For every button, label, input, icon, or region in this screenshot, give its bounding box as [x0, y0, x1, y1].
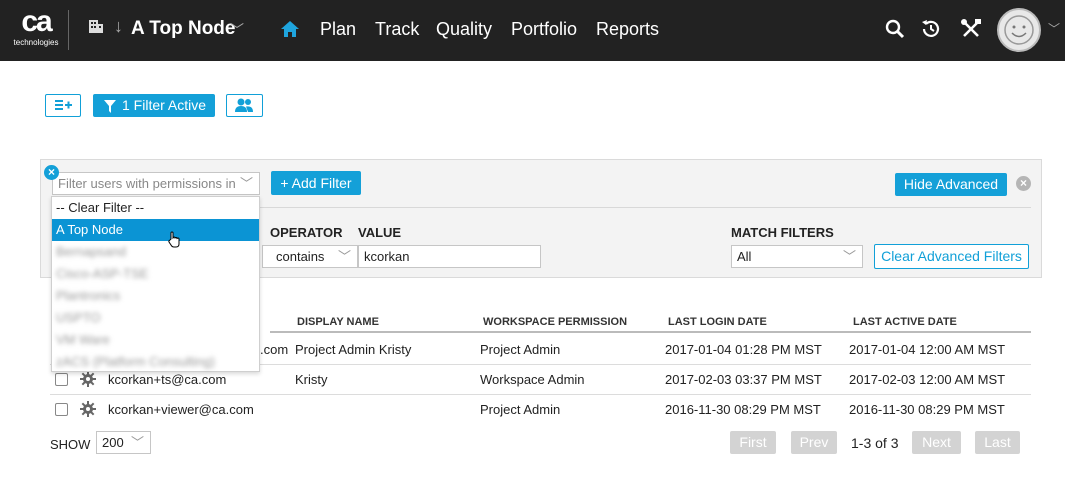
permission-filter-placeholder: Filter users with permissions in — [58, 176, 236, 191]
logo-subtitle: technologies — [13, 38, 59, 47]
permission-dropdown-menu: -- Clear Filter -- A Top Node Bernapsand… — [51, 196, 260, 372]
add-columns-button[interactable] — [45, 94, 81, 117]
tools-icon[interactable] — [960, 18, 984, 42]
row-checkbox[interactable] — [55, 403, 68, 416]
dropdown-item[interactable]: Bernapsand — [52, 241, 259, 263]
add-filter-button[interactable]: + Add Filter — [271, 171, 361, 195]
permission-filter-select[interactable]: Filter users with permissions in ﹀ — [52, 172, 260, 195]
last-page-button[interactable]: Last — [975, 431, 1020, 454]
row-permission: Project Admin — [480, 402, 561, 417]
operator-select[interactable]: contains ﹀ — [262, 245, 358, 268]
workspace-selector[interactable]: A Top Node — [131, 18, 235, 40]
dropdown-item[interactable]: USPTO — [52, 307, 259, 329]
list-add-icon — [55, 100, 72, 110]
filter-active-label: 1 Filter Active — [122, 97, 207, 113]
row-last-login: 2017-01-04 01:28 PM MST — [665, 342, 822, 357]
home-icon[interactable] — [280, 19, 300, 39]
row-last-login: 2016-11-30 08:29 PM MST — [665, 402, 821, 417]
row-user[interactable]: kcorkan+viewer@ca.com — [108, 402, 254, 417]
operator-value: contains — [276, 249, 325, 264]
value-input[interactable]: kcorkan — [358, 245, 541, 268]
column-header-last-active-date[interactable]: LAST ACTIVE DATE — [853, 316, 957, 328]
hide-advanced-button[interactable]: Hide Advanced — [895, 173, 1007, 196]
header-divider — [68, 10, 69, 50]
column-header-workspace-permission[interactable]: WORKSPACE PERMISSION — [483, 316, 627, 328]
row-last-active: 2017-02-03 12:00 AM MST — [849, 372, 1006, 387]
chevron-down-icon: ﹀ — [337, 249, 351, 264]
search-icon[interactable] — [884, 18, 908, 42]
row-last-active: 2017-01-04 12:00 AM MST — [849, 342, 1006, 357]
column-header-display-name[interactable]: DISPLAY NAME — [297, 316, 379, 328]
dropdown-item[interactable]: VM Ware — [52, 329, 259, 351]
show-label: SHOW — [50, 437, 91, 452]
dropdown-item-clear-filter[interactable]: -- Clear Filter -- — [52, 197, 259, 219]
nav-quality[interactable]: Quality — [436, 19, 492, 40]
filter-active-button[interactable]: 1 Filter Active — [93, 94, 215, 117]
nav-reports[interactable]: Reports — [596, 19, 659, 40]
page-size-value: 200 — [102, 435, 124, 450]
gear-icon[interactable] — [80, 371, 96, 387]
building-icon — [88, 18, 104, 39]
chevron-down-icon: ﹀ — [130, 435, 144, 450]
dropdown-item-selected[interactable]: A Top Node — [52, 219, 259, 241]
column-header-last-login-date[interactable]: LAST LOGIN DATE — [668, 316, 767, 328]
operator-label: OPERATOR — [270, 225, 343, 240]
chevron-down-icon[interactable]: ﹀ — [230, 20, 244, 40]
top-navigation-bar: ca technologies ↓ A Top Node ﹀ Plan Trac… — [0, 0, 1065, 61]
nav-track[interactable]: Track — [375, 19, 419, 40]
history-icon[interactable] — [920, 18, 944, 42]
row-display-name: Project Admin Kristy — [295, 342, 412, 357]
page-size-select[interactable]: 200 ﹀ — [96, 431, 151, 454]
value-input-text: kcorkan — [364, 249, 410, 264]
filter-icon — [103, 98, 117, 121]
arrow-down-icon: ↓ — [114, 16, 123, 36]
hand-cursor-icon — [167, 231, 183, 249]
nav-portfolio[interactable]: Portfolio — [511, 19, 577, 40]
table-header-divider — [270, 331, 1031, 333]
ca-technologies-logo[interactable]: ca technologies — [10, 5, 62, 50]
row-last-active: 2016-11-30 08:29 PM MST — [849, 402, 1005, 417]
dropdown-item[interactable]: Plantronics — [52, 285, 259, 307]
chevron-down-icon: ﹀ — [842, 249, 856, 264]
avatar-icon[interactable] — [997, 8, 1041, 52]
gear-icon[interactable] — [80, 401, 96, 417]
row-last-login: 2017-02-03 03:37 PM MST — [665, 372, 822, 387]
page-range-label: 1-3 of 3 — [851, 435, 899, 451]
match-filters-value: All — [737, 249, 752, 264]
nav-plan[interactable]: Plan — [320, 19, 356, 40]
clear-advanced-filters-button[interactable]: Clear Advanced Filters — [874, 244, 1029, 269]
users-icon — [235, 98, 253, 112]
close-icon[interactable]: × — [1016, 176, 1031, 191]
row-divider — [50, 394, 1031, 395]
chevron-down-icon[interactable]: ﹀ — [1048, 20, 1060, 37]
row-permission: Project Admin — [480, 342, 561, 357]
dropdown-item[interactable]: zACS (Platform Consulting) — [52, 351, 259, 373]
remove-filter-icon[interactable]: × — [44, 165, 59, 180]
dropdown-item[interactable]: Cisco-ASP-TSE — [52, 263, 259, 285]
next-page-button[interactable]: Next — [912, 431, 961, 454]
user-groups-button[interactable] — [226, 94, 263, 117]
logo-mark: ca — [21, 5, 52, 38]
match-filters-select[interactable]: All ﹀ — [731, 245, 863, 268]
chevron-down-icon: ﹀ — [239, 176, 253, 191]
value-label: VALUE — [358, 225, 402, 240]
row-permission: Workspace Admin — [480, 372, 585, 387]
match-filters-label: MATCH FILTERS — [731, 225, 834, 240]
row-checkbox[interactable] — [55, 373, 68, 386]
row-user[interactable]: .com — [260, 342, 288, 357]
first-page-button[interactable]: First — [730, 431, 776, 454]
prev-page-button[interactable]: Prev — [791, 431, 837, 454]
row-user[interactable]: kcorkan+ts@ca.com — [108, 372, 226, 387]
row-display-name: Kristy — [295, 372, 328, 387]
